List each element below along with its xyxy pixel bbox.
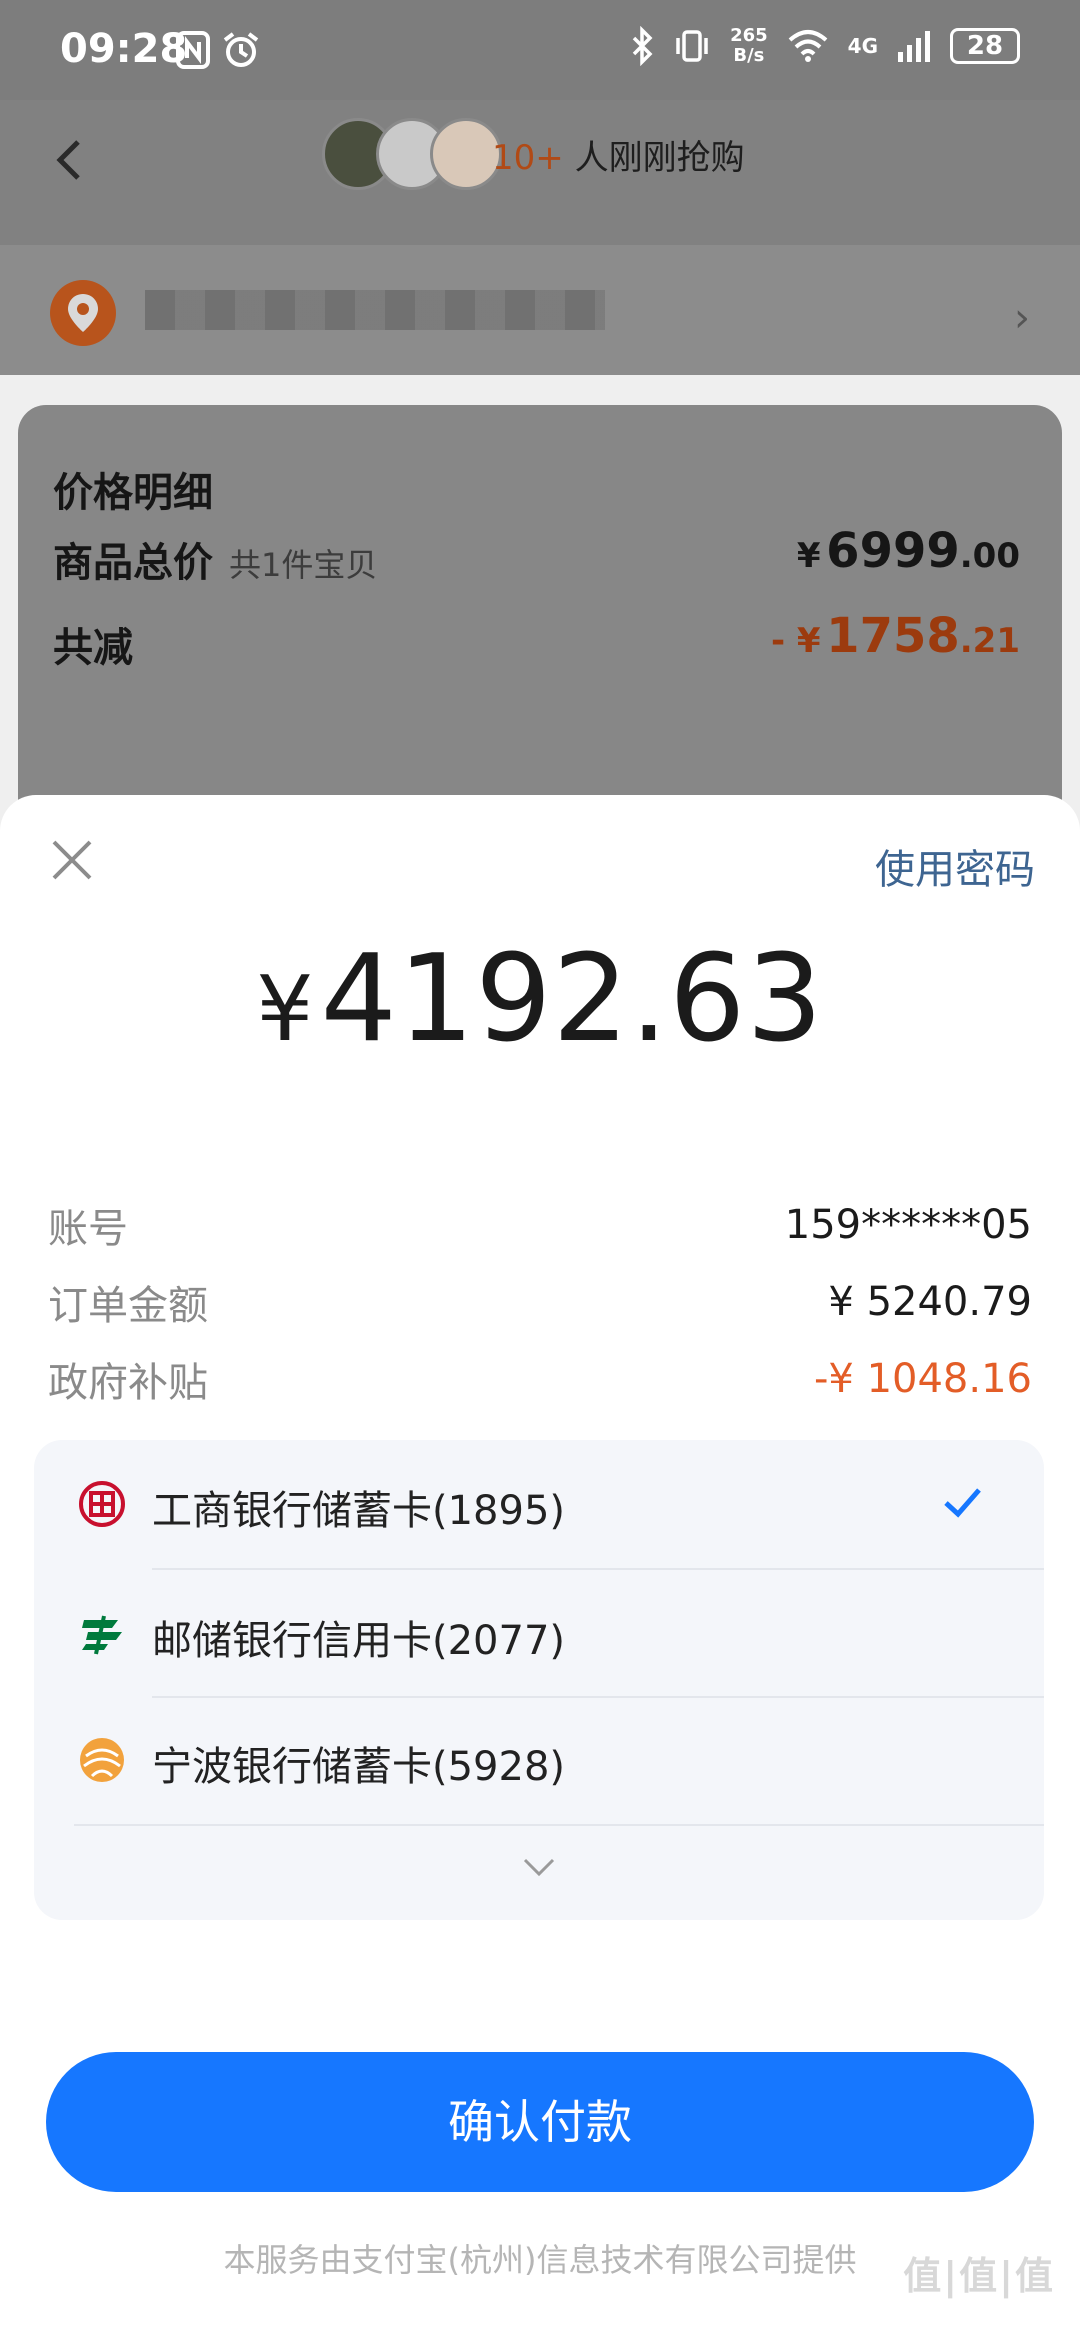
payment-method-psbc[interactable]: 邮储银行信用卡(2077) bbox=[34, 1570, 1044, 1698]
payment-sheet: 使用密码 ¥4192.63 账号 159******05 订单金额 ¥ 5240… bbox=[0, 795, 1080, 2340]
discount-label: 共减 bbox=[53, 625, 133, 671]
nfc-icon bbox=[176, 31, 210, 69]
signal-icon bbox=[898, 31, 930, 62]
subsidy-row: 政府补贴 -¥ 1048.16 bbox=[48, 1356, 1032, 1406]
order-amount-row: 订单金额 ¥ 5240.79 bbox=[48, 1279, 1032, 1329]
location-pin-icon bbox=[50, 280, 116, 346]
divider bbox=[74, 1824, 1044, 1826]
network-type: 4G bbox=[847, 34, 878, 58]
net-speed: 265 B/s bbox=[730, 25, 768, 66]
check-icon bbox=[944, 1488, 981, 1518]
discount-amount: - ¥ 1758.21 bbox=[770, 608, 1020, 664]
use-password-link[interactable]: 使用密码 bbox=[875, 837, 1035, 895]
recent-buyers-text: 10+ 人刚刚抢购 bbox=[492, 138, 745, 178]
icbc-icon bbox=[79, 1481, 125, 1527]
blurred-address bbox=[145, 290, 605, 330]
payment-method-icbc[interactable]: 工商银行储蓄卡(1895) bbox=[34, 1440, 1044, 1568]
confirm-payment-button[interactable]: 确认付款 bbox=[46, 2052, 1034, 2192]
status-left-icons bbox=[175, 30, 261, 70]
watermark: 值|值|值 bbox=[903, 2254, 1055, 2298]
address-row[interactable]: › bbox=[0, 245, 1080, 375]
bluetooth-icon bbox=[632, 26, 653, 66]
account-row: 账号 159******05 bbox=[48, 1202, 1032, 1252]
psbc-icon bbox=[82, 1615, 122, 1655]
chevron-right-icon: › bbox=[1014, 295, 1030, 341]
payment-method-nbcb[interactable]: 宁波银行储蓄卡(5928) bbox=[34, 1696, 1044, 1824]
total-price-row: 商品总价 共1件宝贝 bbox=[53, 540, 378, 586]
nbcb-icon bbox=[80, 1738, 124, 1782]
payment-amount: ¥4192.63 bbox=[256, 930, 824, 1069]
back-arrow-icon[interactable] bbox=[40, 130, 100, 190]
total-price-amount: ¥ 6999.00 bbox=[796, 523, 1020, 579]
status-bar: 09:28 265 B/s 4G 28 bbox=[0, 0, 1080, 100]
chevron-down-icon[interactable] bbox=[509, 1850, 569, 1886]
vibrate-icon bbox=[676, 30, 708, 62]
price-detail-title: 价格明细 bbox=[53, 470, 213, 516]
wifi-icon bbox=[788, 30, 827, 62]
status-right-icons: 265 B/s 4G 28 bbox=[630, 26, 1020, 66]
battery-indicator: 28 bbox=[950, 28, 1020, 64]
status-time: 09:28 bbox=[60, 26, 188, 72]
buyer-avatars bbox=[322, 118, 502, 190]
close-icon[interactable] bbox=[42, 830, 102, 890]
payment-method-list: 工商银行储蓄卡(1895) 邮储银行信用卡(2077) 宁波银行储蓄卡(5928… bbox=[34, 1440, 1044, 1920]
alarm-icon bbox=[223, 32, 259, 67]
